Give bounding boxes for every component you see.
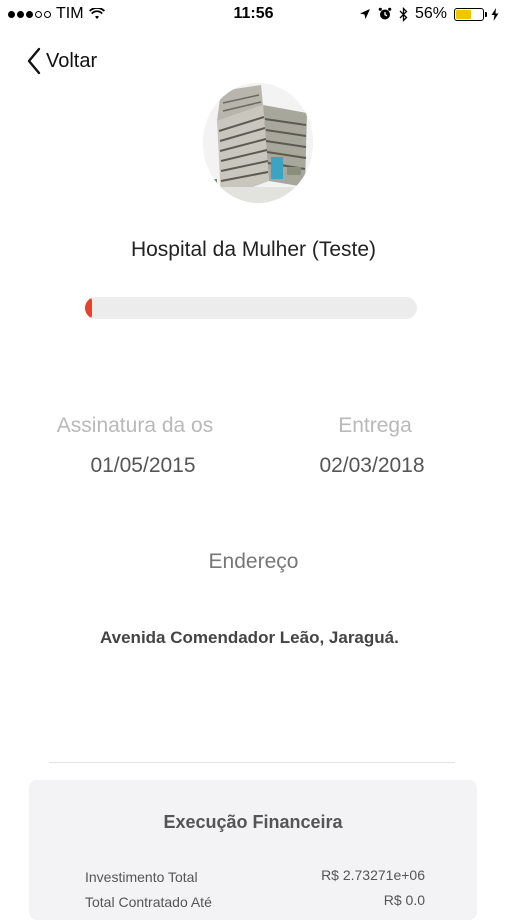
address-label: Endereço	[208, 550, 299, 573]
signature-date-label: Assinatura da os	[56, 414, 214, 437]
status-right: 56%	[359, 5, 499, 23]
battery-icon	[454, 7, 487, 21]
status-bar: TIM 11:56 56%	[0, 0, 507, 30]
financial-row-label: Investimento Total	[85, 869, 198, 885]
financial-execution-card: Execução Financeira Investimento Total R…	[29, 780, 477, 920]
project-avatar	[203, 83, 313, 203]
chevron-left-icon	[27, 47, 41, 75]
location-arrow-icon	[359, 9, 370, 19]
signature-date-value: 01/05/2015	[90, 454, 196, 477]
progress-bar-fill	[85, 297, 92, 319]
alarm-clock-icon	[378, 7, 392, 20]
battery-level	[456, 9, 471, 19]
financial-execution-title: Execução Financeira	[163, 812, 343, 832]
project-title: Hospital da Mulher (Teste)	[130, 238, 377, 261]
charging-bolt-icon	[491, 7, 499, 21]
delivery-date-value: 02/03/2018	[319, 454, 425, 477]
battery-percent: 56%	[414, 5, 447, 22]
back-button[interactable]: Voltar	[26, 46, 97, 76]
financial-row-value: R$ 0.0	[383, 892, 425, 908]
financial-row-value: R$ 2.73271e+06	[321, 867, 425, 883]
delivery-date-label: Entrega	[338, 414, 412, 437]
building-image	[203, 83, 313, 203]
bluetooth-icon	[399, 6, 408, 22]
section-divider	[49, 762, 455, 763]
address-value: Avenida Comendador Leão, Jaraguá.	[100, 628, 399, 647]
back-button-label: Voltar	[46, 49, 98, 72]
progress-bar	[85, 297, 417, 319]
financial-row-label: Total Contratado Até	[85, 894, 212, 910]
